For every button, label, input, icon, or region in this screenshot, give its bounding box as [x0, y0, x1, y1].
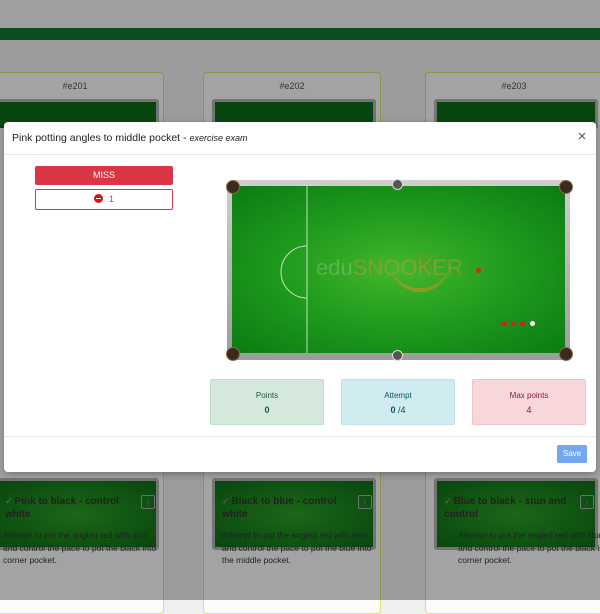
pocket [226, 180, 240, 194]
points-value: 0 [264, 405, 270, 415]
modal-title: Pink potting angles to middle pocket - e… [12, 132, 248, 144]
max-points-stat: Max points 4 [472, 379, 586, 425]
miss-counter: 1 [35, 189, 173, 210]
attempt-label: Attempt [384, 391, 412, 400]
watermark-text: eduSNOOKER [316, 255, 463, 280]
pocket [392, 350, 403, 361]
attempt-stat: Attempt 0 /4 [341, 379, 455, 425]
modal-header: Pink potting angles to middle pocket - e… [4, 122, 596, 155]
miss-count: 1 [108, 194, 114, 204]
red-ball-icon [93, 194, 103, 203]
pocket [559, 180, 573, 194]
red-ball [502, 321, 507, 326]
close-icon[interactable]: × [574, 129, 590, 145]
miss-button[interactable]: MISS [35, 166, 173, 185]
modal-subtitle: exercise exam [189, 133, 248, 143]
red-ball [476, 268, 481, 273]
attempt-value: 0 /4 [390, 405, 406, 415]
max-points-value: 4 [526, 405, 532, 415]
red-ball [520, 321, 525, 326]
pocket [226, 347, 240, 361]
red-ball [511, 321, 516, 326]
pocket [559, 347, 573, 361]
max-points-label: Max points [509, 391, 549, 400]
pocket [392, 179, 403, 190]
points-stat: Points 0 [210, 379, 324, 425]
save-button[interactable]: Save [557, 445, 587, 463]
cue-ball [530, 321, 535, 326]
exercise-modal: Pink potting angles to middle pocket - e… [4, 122, 596, 472]
modal-footer-divider [4, 436, 596, 437]
points-label: Points [255, 391, 279, 400]
